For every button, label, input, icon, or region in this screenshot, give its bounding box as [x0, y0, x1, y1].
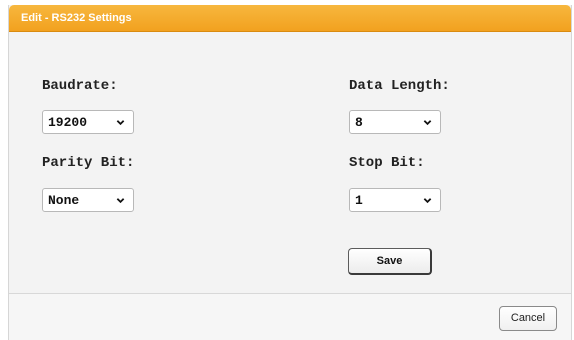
- save-button[interactable]: Save: [348, 248, 432, 275]
- stop-bit-label: Stop Bit:: [349, 155, 425, 171]
- stop-bit-select[interactable]: 1: [349, 188, 441, 212]
- parity-bit-label: Parity Bit:: [42, 155, 135, 171]
- dialog-footer: Cancel: [9, 294, 571, 340]
- chevron-down-icon: [423, 120, 432, 126]
- parity-bit-value: None: [48, 193, 80, 208]
- data-length-label: Data Length:: [349, 78, 450, 94]
- data-length-value: 8: [355, 115, 363, 130]
- stop-bit-value: 1: [355, 193, 363, 208]
- dialog-titlebar[interactable]: Edit - RS232 Settings: [9, 5, 571, 32]
- chevron-down-icon: [423, 198, 432, 204]
- cancel-button[interactable]: Cancel: [499, 306, 557, 331]
- baudrate-label: Baudrate:: [42, 78, 118, 94]
- parity-bit-select[interactable]: None: [42, 188, 134, 212]
- chevron-down-icon: [116, 120, 125, 126]
- dialog-title: Edit - RS232 Settings: [21, 12, 132, 24]
- baudrate-select[interactable]: 19200: [42, 110, 134, 134]
- chevron-down-icon: [116, 198, 125, 204]
- baudrate-value: 19200: [48, 115, 88, 130]
- rs232-settings-dialog: Edit - RS232 Settings Baudrate: 19200 Da…: [8, 5, 572, 340]
- data-length-select[interactable]: 8: [349, 110, 441, 134]
